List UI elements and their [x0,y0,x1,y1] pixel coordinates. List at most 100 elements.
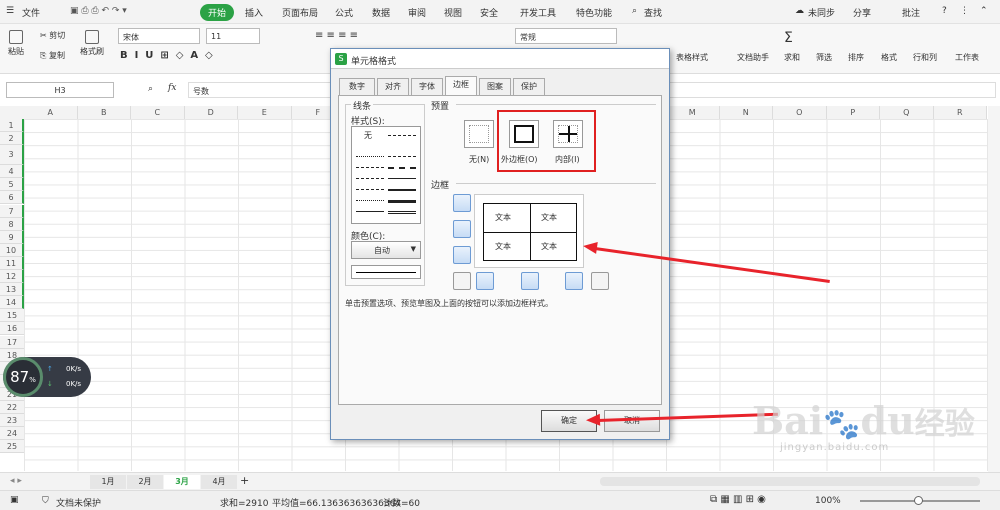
row-header-22[interactable]: 22 [0,401,24,415]
line-style-option[interactable] [388,178,416,179]
column-header-q[interactable]: Q [880,106,934,119]
help-icon[interactable]: ? [942,6,947,16]
doc-assistant-button[interactable]: 文档助手 [737,52,769,63]
tab-dev-tools[interactable]: 开发工具 [520,6,556,19]
macro-icon[interactable]: ▣ [10,495,19,505]
column-header-m[interactable]: M [666,106,720,119]
dialog-tab[interactable]: 字体 [411,78,443,95]
row-header-9[interactable]: 9 [0,230,24,244]
row-header-13[interactable]: 13 [0,283,24,297]
view-mode-icons[interactable]: ⧉ ▦ ▥ ⊞ ◉ [710,494,766,505]
row-header-7[interactable]: 7 [0,204,24,218]
border-top-button[interactable] [453,194,471,212]
select-all-corner[interactable] [0,106,24,119]
menu-comment[interactable]: 批注 [902,6,920,19]
line-style-none[interactable]: 无 [364,130,372,141]
format-painter-button[interactable]: 格式刷 [80,30,104,57]
copy-button[interactable]: ⎘ 复制 [40,50,65,61]
menu-share[interactable]: 分享 [853,6,871,19]
worksheet-button[interactable]: 工作表 [955,52,979,63]
row-header-2[interactable]: 2 [0,132,24,146]
column-header-b[interactable]: B [77,106,131,119]
border-preview[interactable]: 文本 文本 文本 文本 [474,194,584,268]
border-diag-up-button[interactable] [453,272,471,290]
border-right-button[interactable] [565,272,583,290]
tab-features[interactable]: 特色功能 [576,6,612,19]
align-buttons[interactable]: ≡ ≡ ≡ ≡ [315,30,358,41]
row-header-17[interactable]: 17 [0,335,24,349]
row-header-8[interactable]: 8 [0,217,24,231]
tab-view[interactable]: 视图 [444,6,462,19]
number-format-select[interactable]: 常规 [515,28,617,44]
row-header-25[interactable]: 25 [0,440,24,454]
font-name-select[interactable]: 宋体 [118,28,200,44]
column-header-c[interactable]: C [131,106,185,119]
tab-start[interactable]: 开始 [200,4,235,21]
dialog-tab[interactable]: 数字 [339,78,375,95]
dialog-tab[interactable]: 保护 [513,78,545,95]
line-style-option[interactable] [388,167,416,169]
line-style-option[interactable] [388,211,416,214]
collapse-icon[interactable]: ⌃ [980,6,988,16]
row-header-4[interactable]: 4 [0,165,24,179]
line-style-list[interactable]: 无 [351,126,421,224]
menu-file[interactable]: 文件 [22,6,40,19]
dialog-tab[interactable]: 图案 [479,78,511,95]
dialog-tab[interactable]: 对齐 [377,78,409,95]
line-style-option[interactable] [356,200,384,201]
font-size-select[interactable]: 11 [206,28,260,44]
dialog-titlebar[interactable]: S 单元格格式 [331,49,669,69]
row-header-15[interactable]: 15 [0,309,24,323]
rows-cols-button[interactable]: 行和列 [913,52,937,63]
dialog-tab[interactable]: 边框 [445,76,477,96]
column-header-r[interactable]: R [933,106,987,119]
tab-insert[interactable]: 插入 [245,6,263,19]
border-middle-v-button[interactable] [521,272,539,290]
line-style-option[interactable] [356,211,384,212]
row-header-10[interactable]: 10 [0,243,24,257]
preset-none-button[interactable] [464,120,494,148]
border-middle-h-button[interactable] [453,220,471,238]
zoom-slider-thumb[interactable] [914,496,923,505]
protect-status[interactable]: 文档未保护 [56,496,101,509]
border-diag-down-button[interactable] [591,272,609,290]
zoom-level[interactable]: 100% [815,496,841,506]
row-header-16[interactable]: 16 [0,322,24,336]
border-left-button[interactable] [476,272,494,290]
color-select[interactable]: 自动 ▼ [351,241,421,259]
quick-access-icons[interactable]: ▣ ⎙ ⎙ ↶ ↷ ▾ [70,6,127,16]
line-style-option[interactable] [356,178,384,179]
bold-button[interactable]: B I U ⊞ ◇ A ◇ [120,50,213,61]
line-style-option[interactable] [388,189,416,191]
zoom-search-icon[interactable]: ⌕ [148,84,153,94]
table-style-button[interactable]: 表格样式 [676,52,708,63]
row-header-11[interactable]: 11 [0,256,24,270]
paste-button[interactable]: 粘贴 [8,30,24,57]
search-icon[interactable]: ⌕ [632,6,637,16]
filter-button[interactable]: 筛选 [816,52,832,63]
row-header-12[interactable]: 12 [0,270,24,284]
fx-label[interactable]: fx [168,83,176,93]
row-header-3[interactable]: 3 [0,145,24,166]
more-icon[interactable]: ⋮ [960,6,969,16]
column-header-n[interactable]: N [719,106,773,119]
hamburger-icon[interactable]: ☰ [6,6,14,16]
sort-button[interactable]: 排序 [848,52,864,63]
sum-button[interactable]: 求和 [784,52,800,63]
column-header-a[interactable]: A [24,106,78,119]
row-header-14[interactable]: 14 [0,296,24,310]
tab-security[interactable]: 安全 [480,6,498,19]
vertical-scrollbar[interactable] [988,106,1000,472]
line-style-option[interactable] [356,156,384,157]
tab-data[interactable]: 数据 [372,6,390,19]
menu-unsynced[interactable]: 未同步 [808,6,835,19]
tab-page-layout[interactable]: 页面布局 [282,6,318,19]
tab-formula[interactable]: 公式 [335,6,353,19]
sheet-tab[interactable]: 4月 [201,475,237,489]
sheet-tab[interactable]: 2月 [127,475,163,489]
border-bottom-button[interactable] [453,246,471,264]
line-style-option[interactable] [356,189,384,190]
column-header-p[interactable]: P [826,106,880,119]
line-style-option[interactable] [356,167,384,168]
tab-review[interactable]: 审阅 [408,6,426,19]
